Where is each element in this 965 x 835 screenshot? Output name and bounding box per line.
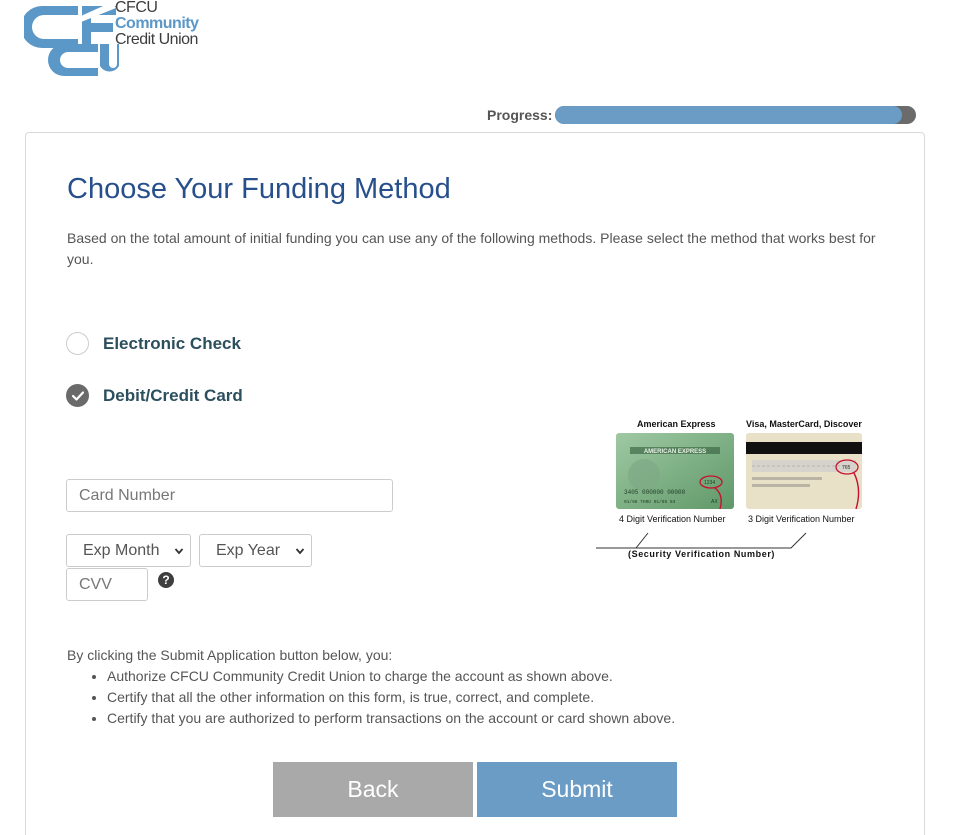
intro-text: Based on the total amount of initial fun… xyxy=(67,230,876,267)
progress-bar xyxy=(555,106,917,124)
progress-fill xyxy=(555,106,902,124)
svn-label: (Security Verification Number) xyxy=(628,549,776,559)
terms-intro: By clicking the Submit Application butto… xyxy=(67,647,393,663)
exp-month-value: Exp Month xyxy=(83,541,160,559)
cvv-input[interactable] xyxy=(66,568,148,601)
chevron-down-icon xyxy=(295,548,305,555)
progress-indicator: Progress: xyxy=(487,106,917,124)
logo-line-community: Community xyxy=(115,15,199,32)
option-label-electronic-check: Electronic Check xyxy=(103,333,241,353)
option-debit-credit-card[interactable]: Debit/Credit Card xyxy=(66,384,243,407)
option-label-debit-credit-card: Debit/Credit Card xyxy=(103,385,243,405)
visa-caption: Visa, MasterCard, Discover xyxy=(746,419,862,429)
exp-year-select[interactable]: Exp Year xyxy=(199,534,312,567)
page-title: Choose Your Funding Method xyxy=(67,173,451,205)
radio-debit-credit-card[interactable] xyxy=(66,384,89,407)
visa-cvv-code: 765 xyxy=(842,465,851,471)
exp-month-select[interactable]: Exp Month xyxy=(66,534,191,567)
amex-brand: AMERICAN EXPRESS xyxy=(644,449,706,455)
radio-electronic-check[interactable] xyxy=(66,332,89,355)
terms-list: Authorize CFCU Community Credit Union to… xyxy=(107,666,675,729)
amex-digit-note: 4 Digit Verification Number xyxy=(619,514,726,524)
amex-caption: American Express xyxy=(637,419,716,429)
terms-item: Authorize CFCU Community Credit Union to… xyxy=(107,666,675,687)
logo-line-credit-union: Credit Union xyxy=(115,31,198,48)
logo-line-cfcu: CFCU xyxy=(115,0,158,16)
exp-year-value: Exp Year xyxy=(216,541,281,559)
logo-wordmark: CFCU Community Credit Union xyxy=(115,0,199,48)
checkmark-icon xyxy=(71,390,84,401)
terms-block: By clicking the Submit Application butto… xyxy=(67,645,675,729)
terms-item: Certify that you are authorized to perfo… xyxy=(107,708,675,729)
funding-panel: Choose Your Funding Method Based on the … xyxy=(25,132,925,835)
option-electronic-check[interactable]: Electronic Check xyxy=(66,332,241,355)
progress-label: Progress: xyxy=(487,107,553,123)
amex-cvv-code: 1234 xyxy=(704,480,715,486)
chevron-down-icon xyxy=(174,548,184,555)
amex-card-expiry: 01/98 THRU 01/05 03 xyxy=(624,499,676,505)
question-circle-icon[interactable]: ? xyxy=(158,572,174,588)
visa-digit-note: 3 Digit Verification Number xyxy=(748,514,855,524)
cfcu-logo-mark xyxy=(24,2,119,76)
visa-card-image: 765 xyxy=(746,433,862,509)
amex-card-id: AX xyxy=(711,499,718,505)
submit-button[interactable]: Submit xyxy=(477,762,677,817)
back-button[interactable]: Back xyxy=(273,762,473,817)
cfcu-logo[interactable]: CFCU Community Credit Union xyxy=(24,0,214,76)
card-security-illustration: American Express Visa, MasterCard, Disco… xyxy=(596,415,896,565)
card-number-input[interactable] xyxy=(66,479,393,512)
amex-card-number: 3405 000000 00000 xyxy=(624,489,686,496)
amex-card-image: AMERICAN EXPRESS 3405 000000 00000 01/98… xyxy=(616,433,734,509)
terms-item: Certify that all the other information o… xyxy=(107,687,675,708)
